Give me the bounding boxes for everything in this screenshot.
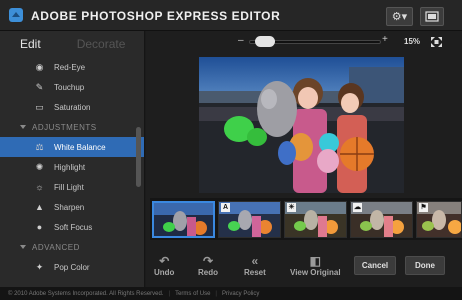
undo-label: Undo <box>154 268 175 277</box>
fill-light-icon: ☼ <box>35 182 44 192</box>
sidebar-item-label: Touchup <box>54 82 85 92</box>
sidebar-item-label: Sharpen <box>54 202 85 212</box>
reset-icon: « <box>251 254 259 268</box>
preset-filmstrip: A ☀ ☁ ⚑ <box>150 198 462 240</box>
photo-canvas[interactable] <box>199 57 404 193</box>
preset-thumbnail-original[interactable] <box>152 201 215 238</box>
collapse-triangle-icon <box>20 245 26 249</box>
zoom-in-button[interactable]: + <box>382 34 388 45</box>
preset-thumbnail-sunny[interactable]: ☀ <box>284 201 347 238</box>
preset-thumbnail-auto[interactable]: A <box>218 201 281 238</box>
saturation-icon: ▭ <box>35 101 44 112</box>
collapse-triangle-icon <box>20 125 26 129</box>
preset-thumbnail-shade[interactable]: ⚑ <box>416 201 462 238</box>
sidebar-item-label: Fill Light <box>54 182 84 192</box>
photo-image <box>199 57 404 193</box>
copyright-text: © 2010 Adobe Systems Incorporated. All R… <box>8 290 164 297</box>
redo-icon: ↷ <box>202 254 214 268</box>
undo-button[interactable]: ↶ Undo <box>154 254 174 277</box>
tab-edit[interactable]: Edit <box>20 37 41 51</box>
sidebar-item-sharpen[interactable]: ▲ Sharpen <box>0 197 144 217</box>
pop-color-icon: ✦ <box>35 261 44 272</box>
sidebar-item-label: Saturation <box>54 102 91 112</box>
sharpen-icon: ▲ <box>35 202 44 212</box>
redo-button[interactable]: ↷ Redo <box>198 254 218 277</box>
thumbnail-image <box>154 203 213 236</box>
reset-button[interactable]: « Reset <box>244 254 266 277</box>
redo-label: Redo <box>198 268 218 277</box>
fit-to-screen-icon[interactable] <box>431 37 442 47</box>
workspace: – + 15% A ☀ ☁ ⚑ ↶ Undo ↷ Redo « Reset ◧ … <box>146 31 462 287</box>
title-bar: ADOBE PHOTOSHOP EXPRESS EDITOR ⚙▾ <box>0 0 462 31</box>
view-original-label: View Original <box>290 268 341 277</box>
footer-separator: | <box>215 290 217 297</box>
section-label: ADJUSTMENTS <box>32 122 97 132</box>
privacy-link[interactable]: Privacy Policy <box>222 291 259 297</box>
app-title: ADOBE PHOTOSHOP EXPRESS EDITOR <box>31 9 281 23</box>
sun-icon: ☀ <box>287 203 296 212</box>
fullscreen-icon <box>425 11 439 22</box>
adobe-logo-icon <box>9 8 23 22</box>
sidebar-item-highlight[interactable]: ✺ Highlight <box>0 157 144 177</box>
fullscreen-button[interactable] <box>420 7 444 26</box>
section-advanced[interactable]: ADVANCED <box>0 237 144 257</box>
sidebar-item-saturation[interactable]: ▭ Saturation <box>0 97 144 117</box>
sidebar-item-red-eye[interactable]: ◉ Red-Eye <box>0 57 144 77</box>
view-original-icon: ◧ <box>309 254 321 268</box>
soft-focus-icon: ● <box>36 222 43 232</box>
zoom-slider-thumb[interactable] <box>254 36 275 47</box>
auto-preset-icon: A <box>221 203 230 212</box>
zoom-percent: 15% <box>404 37 421 46</box>
reset-label: Reset <box>244 268 266 277</box>
sidebar-item-touchup[interactable]: ✎ Touchup <box>0 77 144 97</box>
balance-icon: ⚖ <box>35 141 44 152</box>
bulb-icon: ✺ <box>35 161 44 172</box>
footer-separator: | <box>168 290 171 297</box>
settings-gear-button[interactable]: ⚙▾ <box>386 7 413 26</box>
sidebar-item-label: White Balance <box>54 142 106 152</box>
sidebar-item-white-balance[interactable]: ⚖ White Balance <box>0 137 144 157</box>
bandage-icon: ✎ <box>35 81 44 92</box>
sidebar-item-label: Red-Eye <box>54 62 86 72</box>
eye-icon: ◉ <box>35 61 44 72</box>
undo-icon: ↶ <box>159 254 170 268</box>
mode-tabs: Edit Decorate <box>0 31 144 57</box>
sidebar-item-label: Soft Focus <box>54 222 93 232</box>
shade-icon: ⚑ <box>419 203 428 212</box>
preset-thumbnail-cloudy[interactable]: ☁ <box>350 201 413 238</box>
section-adjustments[interactable]: ADJUSTMENTS <box>0 117 144 137</box>
zoom-bar: – + 15% <box>146 31 462 53</box>
cloud-icon: ☁ <box>353 203 362 212</box>
sidebar-item-soft-focus[interactable]: ● Soft Focus <box>0 217 144 237</box>
section-label: ADVANCED <box>32 242 80 252</box>
done-button[interactable]: Done <box>405 256 445 275</box>
footer: © 2010 Adobe Systems Incorporated. All R… <box>0 287 462 300</box>
tab-decorate[interactable]: Decorate <box>77 37 126 51</box>
sidebar-item-label: Pop Color <box>54 262 90 272</box>
sidebar-item-fill-light[interactable]: ☼ Fill Light <box>0 177 144 197</box>
view-original-button[interactable]: ◧ View Original <box>290 254 341 277</box>
edit-sidebar: Edit Decorate ◉ Red-Eye ✎ Touchup ▭ Satu… <box>0 31 145 287</box>
gear-icon: ⚙▾ <box>391 11 408 23</box>
terms-link[interactable]: Terms of Use <box>175 291 210 297</box>
sidebar-item-label: Highlight <box>54 162 86 172</box>
sidebar-scrollbar[interactable] <box>136 127 141 187</box>
zoom-out-button[interactable]: – <box>238 35 244 46</box>
cancel-button[interactable]: Cancel <box>354 256 396 275</box>
action-bar: ↶ Undo ↷ Redo « Reset ◧ View Original Ca… <box>146 250 462 287</box>
sidebar-item-pop-color[interactable]: ✦ Pop Color <box>0 257 144 277</box>
